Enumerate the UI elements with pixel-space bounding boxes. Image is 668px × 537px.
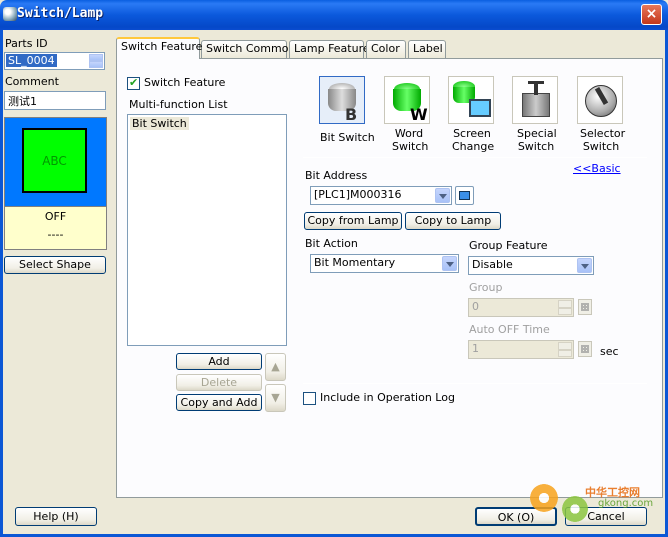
group-value: 0	[472, 300, 479, 313]
comment-label: Comment	[5, 75, 59, 88]
copy-to-lamp-button[interactable]: Copy to Lamp	[405, 212, 501, 230]
word-switch-type[interactable]: W	[384, 76, 430, 124]
preview-state-area: OFF ----	[4, 207, 107, 250]
group-feature-label: Group Feature	[469, 239, 548, 252]
copy-and-add-button[interactable]: Copy and Add	[176, 394, 262, 411]
selector-switch-label: Selector Switch	[580, 127, 626, 153]
parts-id-value: SL_0004	[6, 54, 57, 67]
preview-state-text: OFF	[44, 210, 67, 223]
separator	[303, 157, 647, 158]
group-field[interactable]: 0	[468, 298, 574, 317]
bit-address-field[interactable]: [PLC1]M000316	[310, 186, 452, 205]
tab-lamp-feature[interactable]: Lamp Feature	[289, 40, 370, 58]
screen-change-label: Screen Change	[452, 127, 495, 153]
tab-label[interactable]: Label	[408, 40, 446, 58]
group-spinner[interactable]	[558, 300, 572, 315]
basic-link[interactable]: <<Basic	[573, 162, 621, 175]
preview-lamp: ABC	[22, 128, 87, 193]
close-icon: ×	[645, 6, 658, 22]
screen-change-icon	[469, 99, 491, 117]
keypad-icon	[459, 191, 470, 200]
auto-off-unit: sec	[600, 345, 619, 358]
window-frame-left	[0, 30, 3, 537]
preview-state-sub: ----	[47, 228, 64, 241]
bit-switch-letter: B	[345, 105, 358, 124]
special-switch-icon	[522, 93, 550, 117]
arrow-up-icon: ▲	[271, 360, 280, 373]
parts-id-spinner[interactable]	[89, 54, 103, 68]
selector-switch-type[interactable]	[577, 76, 623, 124]
group-feature-select[interactable]: Disable	[468, 256, 594, 275]
delete-button[interactable]: Delete	[176, 374, 262, 391]
bit-action-select[interactable]: Bit Momentary	[310, 254, 459, 273]
tab-switch-common[interactable]: Switch Common	[201, 40, 295, 58]
window-title: Switch/Lamp	[17, 6, 104, 21]
watermark-url: gkong.com	[598, 498, 654, 509]
auto-off-keypad-icon[interactable]	[578, 341, 592, 357]
move-up-button[interactable]: ▲	[265, 353, 286, 381]
auto-off-time-field[interactable]: 1	[468, 340, 574, 359]
app-icon	[3, 7, 17, 21]
auto-off-time-spinner[interactable]	[558, 342, 572, 357]
tab-color[interactable]: Color	[366, 40, 406, 58]
group-feature-dropdown-icon[interactable]	[577, 258, 592, 273]
preview-lamp-text: ABC	[42, 154, 67, 168]
multi-function-list[interactable]: Bit Switch	[127, 114, 287, 346]
auto-off-time-value: 1	[472, 342, 479, 355]
bit-action-label: Bit Action	[305, 237, 358, 250]
add-button[interactable]: Add	[176, 353, 262, 370]
bit-address-dropdown-icon[interactable]	[435, 188, 450, 203]
separator	[303, 383, 647, 384]
screen-change-type[interactable]	[448, 76, 494, 124]
arrow-down-icon: ▼	[271, 391, 280, 404]
bit-switch-label: Bit Switch	[320, 131, 375, 144]
gear-icon	[530, 484, 558, 512]
group-feature-value: Disable	[472, 258, 513, 271]
bit-action-value: Bit Momentary	[314, 256, 396, 269]
group-label: Group	[469, 281, 503, 294]
word-switch-label: Word Switch	[392, 127, 429, 153]
tab-switch-feature[interactable]: Switch Feature	[116, 37, 202, 59]
close-button[interactable]: ×	[641, 4, 662, 25]
multi-function-list-label: Multi-function List	[129, 98, 228, 111]
comment-field[interactable]: 测试1	[4, 91, 106, 110]
bit-address-label: Bit Address	[305, 169, 368, 182]
parts-id-label: Parts ID	[5, 37, 48, 50]
preview-lamp-area: ABC	[4, 117, 107, 207]
auto-off-time-label: Auto OFF Time	[469, 323, 550, 336]
help-button[interactable]: Help (H)	[15, 507, 97, 526]
special-switch-type[interactable]	[512, 76, 558, 124]
special-switch-label: Special Switch	[517, 127, 557, 153]
bit-switch-type[interactable]: B	[319, 76, 365, 124]
title-bar: Switch/Lamp ×	[0, 0, 668, 30]
group-keypad-icon[interactable]	[578, 299, 592, 315]
parts-id-field[interactable]: SL_0004	[4, 52, 105, 70]
select-shape-button[interactable]: Select Shape	[4, 256, 106, 274]
copy-from-lamp-button[interactable]: Copy from Lamp	[304, 212, 402, 230]
move-down-button[interactable]: ▼	[265, 384, 286, 412]
operation-log-checkbox[interactable]	[303, 392, 316, 405]
bit-address-value: [PLC1]M000316	[314, 188, 402, 201]
word-switch-letter: W	[410, 105, 428, 124]
address-keypad-button[interactable]	[455, 186, 474, 205]
bit-action-dropdown-icon[interactable]	[442, 256, 457, 271]
switch-feature-checkbox[interactable]	[127, 76, 140, 90]
operation-log-label: Include in Operation Log	[320, 391, 455, 404]
switch-feature-label: Switch Feature	[144, 76, 226, 89]
list-item[interactable]: Bit Switch	[130, 117, 189, 130]
